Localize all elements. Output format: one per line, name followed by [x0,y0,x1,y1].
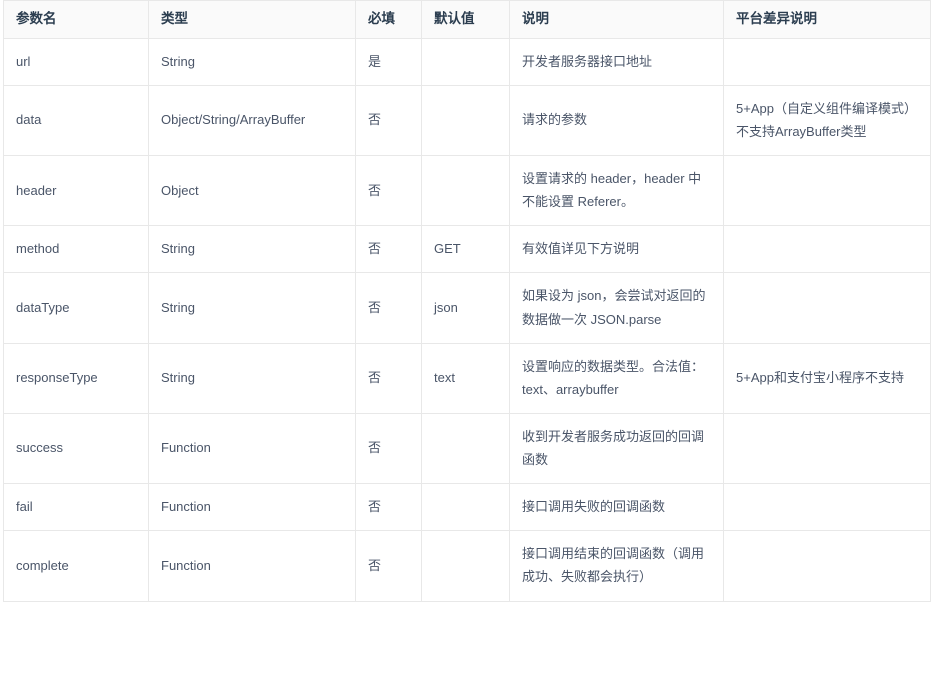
column-header-type: 类型 [148,0,356,39]
cell-description: 开发者服务器接口地址 [509,37,724,86]
cell-param-name: data [3,84,149,157]
cell-default: GET [421,225,510,274]
cell-default [421,37,510,86]
cell-platform [723,412,931,485]
column-header-required: 必填 [355,0,422,39]
api-parameter-table: 参数名 类型 必填 默认值 说明 平台差异说明 url String 是 开发者… [3,0,931,602]
table-header-row: 参数名 类型 必填 默认值 说明 平台差异说明 [3,0,931,39]
cell-required: 否 [355,272,422,344]
document-page: 参数名 类型 必填 默认值 说明 平台差异说明 url String 是 开发者… [0,0,944,687]
cell-type: String [148,225,356,274]
cell-type: String [148,37,356,86]
cell-description: 设置响应的数据类型。合法值：text、arraybuffer [509,342,724,414]
table-body: url String 是 开发者服务器接口地址 data Object/Stri… [3,37,931,602]
cell-platform [723,530,931,602]
cell-description: 请求的参数 [509,84,724,157]
cell-param-name: method [3,225,149,274]
table-row: success Function 否 收到开发者服务成功返回的回调函数 [3,412,931,485]
table-header: 参数名 类型 必填 默认值 说明 平台差异说明 [3,0,931,39]
table-row: fail Function 否 接口调用失败的回调函数 [3,483,931,532]
cell-description: 有效值详见下方说明 [509,225,724,274]
cell-param-name: url [3,37,149,86]
cell-required: 否 [355,84,422,157]
table-row: url String 是 开发者服务器接口地址 [3,37,931,86]
cell-platform [723,272,931,344]
column-header-description: 说明 [509,0,724,39]
cell-required: 否 [355,530,422,602]
cell-default [421,412,510,485]
cell-param-name: complete [3,530,149,602]
cell-param-name: fail [3,483,149,532]
cell-required: 否 [355,483,422,532]
cell-type: Function [148,530,356,602]
cell-default: json [421,272,510,344]
cell-platform [723,225,931,274]
cell-description: 接口调用失败的回调函数 [509,483,724,532]
cell-platform: 5+App和支付宝小程序不支持 [723,342,931,414]
cell-type: Object [148,154,356,227]
table-row: header Object 否 设置请求的 header，header 中不能设… [3,154,931,227]
cell-type: String [148,272,356,344]
column-header-param-name: 参数名 [3,0,149,39]
cell-default: text [421,342,510,414]
cell-param-name: responseType [3,342,149,414]
cell-required: 否 [355,342,422,414]
cell-type: Object/String/ArrayBuffer [148,84,356,157]
table-row: data Object/String/ArrayBuffer 否 请求的参数 5… [3,84,931,157]
table-row: method String 否 GET 有效值详见下方说明 [3,225,931,274]
cell-required: 否 [355,225,422,274]
cell-param-name: dataType [3,272,149,344]
cell-description: 收到开发者服务成功返回的回调函数 [509,412,724,485]
cell-default [421,530,510,602]
cell-default [421,84,510,157]
cell-description: 接口调用结束的回调函数（调用成功、失败都会执行） [509,530,724,602]
table-row: responseType String 否 text 设置响应的数据类型。合法值… [3,342,931,414]
table-row: complete Function 否 接口调用结束的回调函数（调用成功、失败都… [3,530,931,602]
cell-platform: 5+App（自定义组件编译模式）不支持ArrayBuffer类型 [723,84,931,157]
column-header-default: 默认值 [421,0,510,39]
cell-required: 是 [355,37,422,86]
cell-param-name: success [3,412,149,485]
cell-param-name: header [3,154,149,227]
cell-default [421,483,510,532]
cell-required: 否 [355,412,422,485]
cell-platform [723,483,931,532]
table-row: dataType String 否 json 如果设为 json，会尝试对返回的… [3,272,931,344]
cell-platform [723,37,931,86]
cell-description: 如果设为 json，会尝试对返回的数据做一次 JSON.parse [509,272,724,344]
cell-type: Function [148,412,356,485]
cell-type: Function [148,483,356,532]
column-header-platform-notes: 平台差异说明 [723,0,931,39]
cell-default [421,154,510,227]
cell-description: 设置请求的 header，header 中不能设置 Referer。 [509,154,724,227]
cell-required: 否 [355,154,422,227]
cell-type: String [148,342,356,414]
cell-platform [723,154,931,227]
